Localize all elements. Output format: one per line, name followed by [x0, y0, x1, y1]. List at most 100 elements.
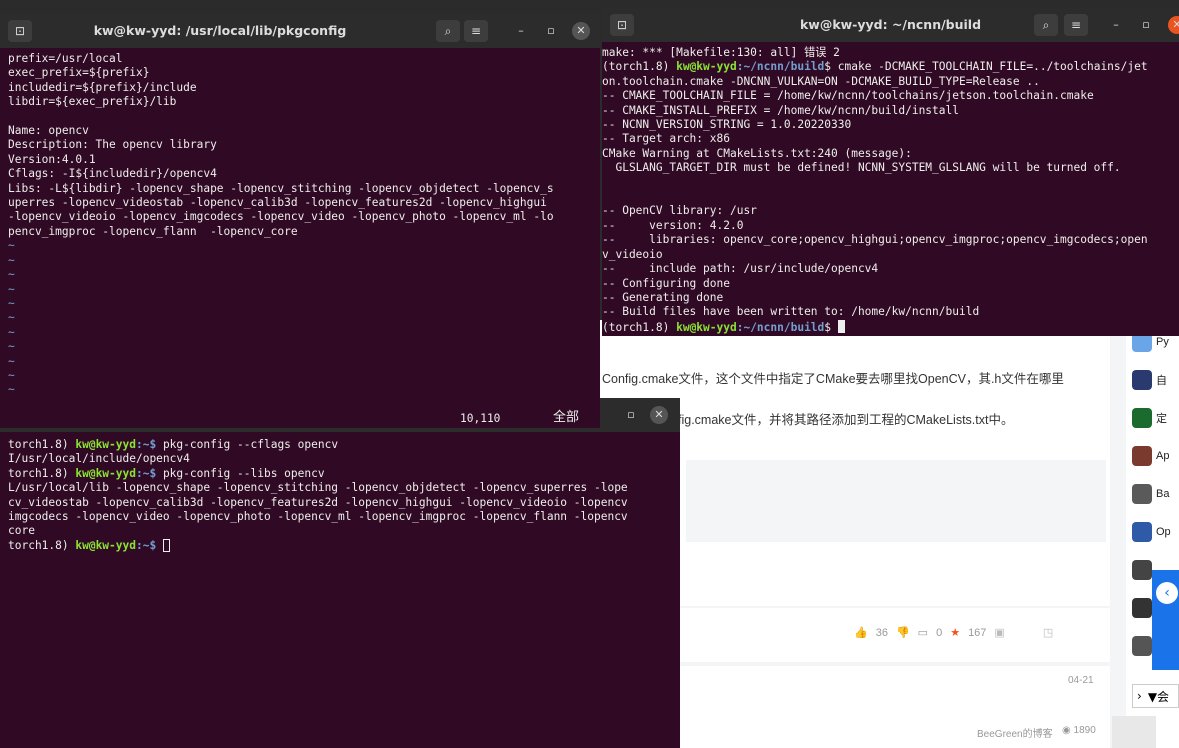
menu-icon[interactable]: ≡	[464, 20, 488, 42]
chevron-right-icon[interactable]: ›	[1137, 689, 1142, 703]
avatar-icon	[1132, 598, 1152, 618]
empty-line-marker: ~	[8, 354, 15, 368]
floating-widget[interactable]: ‹	[1152, 570, 1179, 670]
side-item-2[interactable]: 自	[1132, 368, 1167, 392]
dislike-icon[interactable]: 👎	[896, 626, 910, 639]
eye-icon: ◉	[1062, 725, 1074, 736]
side-item-5[interactable]: Ba	[1132, 482, 1169, 506]
empty-line-marker: ~	[8, 340, 15, 354]
terminal-bottom[interactable]: ▫ ✕ torch1.8) kw@kw-yyd:~$ pkg-config --…	[0, 398, 680, 748]
prompt-user: kw@kw-yyd	[75, 438, 136, 451]
side-label-6: Op	[1156, 526, 1171, 538]
output-line: on.toolchain.cmake -DNCNN_VULKAN=ON -DCM…	[602, 74, 1040, 88]
terminal-left-titlebar[interactable]: ⊡ kw@kw-yyd: /usr/local/lib/pkgconfig ⌕ …	[0, 14, 600, 48]
avatar-icon	[1132, 636, 1152, 656]
output-line: -- include path: /usr/include/opencv4	[602, 262, 879, 276]
blog-author[interactable]: BeeGreen的博客	[977, 725, 1053, 740]
output-line: -- Configuring done	[602, 276, 730, 290]
output-line: -- Target arch: x86	[602, 132, 730, 146]
reward-icon[interactable]: ▣	[994, 626, 1004, 639]
close-icon[interactable]: ✕	[572, 22, 590, 40]
article-text-line-2: fig.cmake文件，并将其路径添加到工程的CMakeLists.txt中。	[678, 413, 1014, 427]
arrow-left-icon[interactable]: ‹	[1156, 582, 1178, 604]
new-tab-icon[interactable]: ⊡	[8, 20, 32, 42]
prompt-path: :~$	[135, 438, 157, 451]
empty-line-marker: ~	[8, 268, 15, 282]
env-label: torch1.8)	[8, 538, 76, 552]
maximize-icon[interactable]: ▫	[542, 22, 560, 40]
window-title: kw@kw-yyd: /usr/local/lib/pkgconfig	[93, 23, 347, 38]
vim-scroll-status: 全部	[553, 410, 580, 425]
search-icon[interactable]: ⌕	[436, 20, 460, 42]
new-tab-icon[interactable]: ⊡	[610, 14, 634, 36]
empty-line-marker: ~	[8, 296, 15, 310]
file-line: Description: The opencv library	[8, 138, 217, 152]
text-cursor	[162, 538, 170, 552]
like-icon[interactable]: 👍	[854, 626, 868, 639]
prompt-path: :~$	[135, 466, 157, 480]
empty-line-marker: ~	[8, 253, 15, 267]
avatar-icon	[1132, 446, 1152, 466]
maximize-icon[interactable]: ▫	[1137, 16, 1155, 34]
file-line: Name: opencv	[8, 124, 89, 138]
prompt-user: kw@kw-yyd	[676, 60, 737, 74]
output-line: -- OpenCV library: /usr	[602, 204, 757, 218]
vim-cursor-position: 10,110	[460, 412, 501, 425]
minimize-icon[interactable]: ▫	[622, 406, 640, 424]
side-label-3: 定	[1156, 413, 1167, 425]
command-1: pkg-config --cflags opencv	[156, 438, 339, 451]
error-line: make: *** [Makefile:130: all] 错误 2	[602, 46, 840, 59]
terminal-right[interactable]: ⊡ kw@kw-yyd: ~/ncnn/build ⌕ ≡ – ▫ ✕ make…	[602, 8, 1179, 336]
avatar-icon	[1132, 484, 1152, 504]
side-item-6[interactable]: Op	[1132, 520, 1171, 544]
file-line: exec_prefix=${prefix}	[8, 66, 150, 80]
file-line: Cflags: -I${includedir}/opencv4	[8, 167, 217, 181]
user-avatar[interactable]	[1112, 716, 1156, 748]
output-line: CMake Warning at CMakeLists.txt:240 (mes…	[602, 146, 912, 160]
code-block	[686, 460, 1106, 542]
output-2-line: core	[8, 524, 35, 538]
output-line: -- Build files have been written to: /ho…	[602, 305, 980, 319]
menu-icon[interactable]: ≡	[1064, 14, 1088, 36]
search-icon[interactable]: ⌕	[1034, 14, 1058, 36]
terminal-left[interactable]: ⊡ kw@kw-yyd: /usr/local/lib/pkgconfig ⌕ …	[0, 14, 600, 428]
output-line: -- CMAKE_INSTALL_PREFIX = /home/kw/ncnn/…	[602, 103, 959, 117]
minimize-icon[interactable]: –	[512, 22, 530, 40]
minimize-icon[interactable]: –	[1107, 16, 1125, 34]
side-item-4[interactable]: Ap	[1132, 444, 1169, 468]
output-line: GLSLANG_TARGET_DIR must be defined! NCNN…	[602, 161, 1121, 175]
close-icon[interactable]: ✕	[1168, 16, 1179, 34]
side-label-2: 自	[1156, 375, 1167, 387]
side-item-3[interactable]: 定	[1132, 406, 1167, 430]
prompt-path: :~/ncnn/build	[736, 320, 825, 334]
prompt-path: :~/ncnn/build	[736, 60, 825, 74]
share-icon[interactable]: ◳	[1043, 626, 1053, 639]
terminal-right-titlebar[interactable]: ⊡ kw@kw-yyd: ~/ncnn/build ⌕ ≡ – ▫ ✕	[602, 8, 1179, 42]
side-item-9[interactable]	[1132, 634, 1152, 658]
empty-line-marker: ~	[8, 311, 15, 325]
expand-label: ▼会	[1147, 689, 1170, 704]
env-label: (torch1.8)	[602, 60, 677, 74]
side-item-7[interactable]	[1132, 558, 1152, 582]
close-icon[interactable]: ✕	[650, 406, 668, 424]
avatar-icon	[1132, 408, 1152, 428]
like-count: 36	[875, 626, 888, 639]
favorite-icon[interactable]: ★	[950, 626, 960, 639]
vim-buffer[interactable]: prefix=/usr/local exec_prefix=${prefix} …	[8, 52, 554, 398]
output-2-line: imgcodecs -lopencv_video -lopencv_photo …	[8, 510, 628, 524]
output-line: v_videoio	[602, 247, 663, 261]
terminal-right-output: make: *** [Makefile:130: all] 错误 2 (torc…	[602, 46, 1148, 335]
view-count: ◉ 1890	[1062, 725, 1096, 736]
file-line: includedir=${prefix}/include	[8, 80, 197, 94]
side-item-8[interactable]	[1132, 596, 1152, 620]
prompt-user: kw@kw-yyd	[676, 320, 737, 334]
prompt-user: kw@kw-yyd	[75, 466, 136, 480]
view-count-value: 1890	[1073, 725, 1096, 736]
comment-icon[interactable]: ▭	[918, 626, 928, 639]
empty-line-marker: ~	[8, 383, 15, 397]
expand-panel[interactable]: › ▼会	[1132, 684, 1179, 708]
prompt-symbol: $	[824, 320, 832, 334]
file-line: Version:4.0.1	[8, 152, 96, 166]
post-date: 04-21	[1068, 675, 1094, 686]
favorite-count: 167	[968, 626, 987, 639]
